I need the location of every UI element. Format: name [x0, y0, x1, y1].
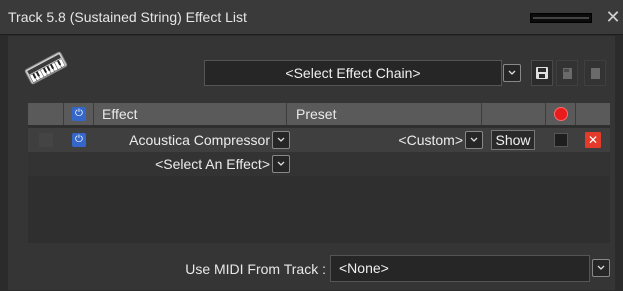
- record-icon[interactable]: [554, 107, 568, 121]
- drag-handle-icon[interactable]: [39, 133, 53, 147]
- table-row: ⏻ Acoustica Compressor <Custom> Show ✕: [28, 128, 610, 152]
- save-chain-button[interactable]: [531, 60, 553, 86]
- chevron-down-icon: [277, 137, 285, 142]
- table-row: <Select An Effect>: [28, 152, 610, 176]
- level-meter: [530, 13, 592, 23]
- new-chain-button[interactable]: [584, 60, 606, 86]
- table-header: ⏻ Effect Preset: [28, 103, 610, 125]
- header-preset: Preset: [287, 103, 482, 125]
- window-title: Track 5.8 (Sustained String) Effect List: [8, 9, 247, 25]
- effect-name[interactable]: Acoustica Compressor: [94, 128, 270, 152]
- level-meter-bar: [533, 17, 589, 19]
- header-power-cell: ⏻: [64, 103, 94, 125]
- effect-chain-dropdown-button[interactable]: [503, 64, 521, 82]
- select-effect-slot[interactable]: <Select An Effect>: [94, 152, 270, 176]
- header-show-cell: [482, 103, 546, 125]
- new-chain-icon: [591, 68, 600, 79]
- chevron-down-icon: [597, 265, 605, 270]
- header-remove-cell: [576, 103, 610, 125]
- power-all-icon[interactable]: ⏻: [72, 107, 86, 121]
- preset-name[interactable]: <Custom>: [287, 128, 463, 152]
- midi-track-label: Use MIDI From Track :: [185, 261, 326, 277]
- chevron-down-icon: [470, 137, 478, 142]
- open-chain-icon: [563, 68, 572, 79]
- select-effect-dropdown-button[interactable]: [272, 155, 290, 173]
- remove-effect-button[interactable]: ✕: [585, 132, 601, 148]
- close-button[interactable]: ✕: [604, 6, 622, 28]
- chevron-down-icon: [508, 70, 516, 75]
- header-effect: Effect: [94, 103, 287, 125]
- open-chain-button[interactable]: [556, 60, 578, 86]
- save-icon: [536, 67, 548, 79]
- record-toggle[interactable]: [554, 133, 568, 147]
- power-icon[interactable]: ⏻: [72, 133, 86, 147]
- preset-dropdown-button[interactable]: [465, 131, 483, 149]
- chevron-down-icon: [277, 161, 285, 166]
- show-button[interactable]: Show: [491, 130, 535, 150]
- header-drag-cell: [28, 103, 64, 125]
- title-bar: Track 5.8 (Sustained String) Effect List…: [0, 0, 623, 35]
- effect-chain-select[interactable]: <Select Effect Chain>: [204, 60, 502, 86]
- effect-table: ⏻ Effect Preset ⏻ Acoustica Compressor <…: [28, 103, 610, 243]
- header-record-cell: [546, 103, 576, 125]
- midi-track-select[interactable]: <None>: [330, 255, 590, 282]
- midi-track-dropdown-button[interactable]: [592, 259, 610, 277]
- keyboard-icon: [24, 51, 68, 85]
